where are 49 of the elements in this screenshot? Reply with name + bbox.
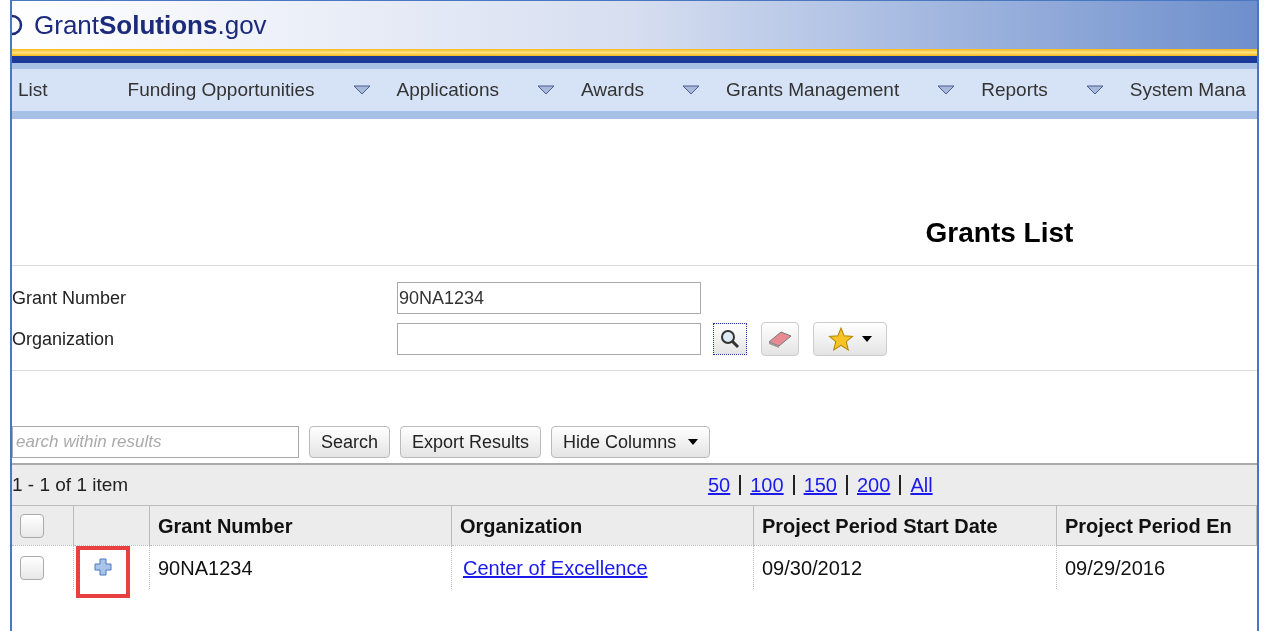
page-title: Grants List: [925, 216, 1074, 250]
field-label: Grant Number: [12, 286, 128, 310]
caret-icon: [682, 85, 700, 95]
caret-icon: [937, 85, 956, 95]
favorites-button[interactable]: [813, 322, 887, 356]
toolbar-button[interactable]: Hide Columns: [551, 426, 711, 458]
caret-icon: [688, 439, 699, 445]
organization-link[interactable]: Center of Excellence: [463, 552, 648, 583]
clear-button[interactable]: [761, 322, 799, 356]
logo-text: GrantSolutions.gov: [34, 8, 267, 42]
column-header[interactable]: Project Period Start Date: [754, 505, 1057, 545]
column-header[interactable]: Grant Number: [150, 505, 452, 545]
page-size-link[interactable]: 100: [750, 470, 784, 500]
search-icon: [720, 329, 740, 349]
nav-item[interactable]: List: [18, 75, 48, 105]
page-size-link[interactable]: 50: [708, 470, 731, 500]
nav-item[interactable]: Grants Management: [726, 75, 956, 105]
page-size-link[interactable]: All: [910, 470, 933, 500]
toolbar-button[interactable]: Search: [309, 426, 391, 458]
caret-icon: [352, 85, 371, 95]
table-cell: 09/29/2016: [1057, 545, 1257, 589]
result-count: 1 - 1 of 1 item: [12, 472, 130, 497]
page-size-link[interactable]: 150: [803, 470, 837, 500]
nav-item[interactable]: System Mana: [1129, 75, 1246, 105]
column-header[interactable]: Organization: [452, 505, 754, 545]
star-icon: [828, 327, 854, 351]
column-header[interactable]: Project Period En: [1057, 505, 1257, 545]
nav-item[interactable]: Applications: [396, 75, 555, 105]
checkbox[interactable]: [20, 513, 44, 538]
field-label: Organization: [12, 327, 116, 351]
expand-button[interactable]: [76, 545, 130, 598]
table-cell: 09/30/2012: [754, 545, 1057, 589]
nav-item[interactable]: Funding Opportunities: [127, 75, 371, 105]
caret-icon: [1085, 85, 1104, 95]
table-cell: 90NA1234: [150, 545, 452, 589]
search-button[interactable]: [713, 323, 747, 355]
toolbar-button[interactable]: Export Results: [400, 426, 542, 458]
search-field[interactable]: earch within results: [12, 426, 299, 458]
page-size-link[interactable]: 200: [857, 470, 891, 500]
eraser-icon: [767, 330, 793, 348]
caret-icon: [537, 85, 555, 95]
plus-icon: [94, 557, 112, 576]
caret-icon: [862, 336, 872, 342]
nav-item[interactable]: Awards: [581, 75, 700, 105]
logo-icon: [12, 14, 24, 36]
input-field[interactable]: 90NA1234: [397, 282, 701, 314]
checkbox[interactable]: [20, 555, 44, 580]
input-field[interactable]: [397, 323, 701, 355]
nav-item[interactable]: Reports: [981, 75, 1104, 105]
